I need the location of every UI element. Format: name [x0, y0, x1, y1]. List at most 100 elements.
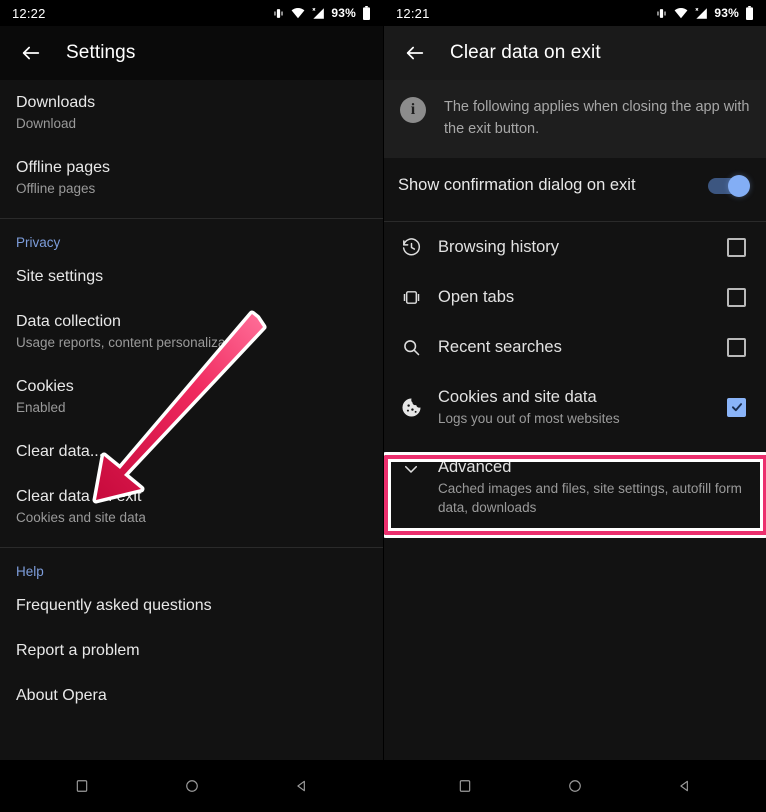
battery-percent-label: 93% [331, 6, 356, 20]
recents-button[interactable] [450, 771, 480, 801]
right-status-bar: 12:21 93% [384, 0, 766, 26]
battery-percent-label: 93% [714, 6, 739, 20]
list-item-title: Report a problem [16, 642, 140, 659]
recents-square-icon [459, 780, 471, 792]
list-item-title: Offline pages [16, 159, 110, 176]
back-triangle-icon [296, 780, 305, 792]
list-item-subtitle: Cookies and site data [16, 510, 146, 525]
info-icon: i [400, 97, 426, 123]
left-toolbar: Settings [0, 26, 383, 80]
right-navigation-bar [384, 760, 766, 812]
tabs-icon [384, 287, 438, 308]
battery-icon [745, 6, 754, 20]
list-item-downloads[interactable]: Downloads Download [0, 80, 383, 145]
status-icon-group: 93% [655, 6, 754, 20]
list-item-title: Cookies [16, 378, 74, 395]
list-item-subtitle: Download [16, 116, 77, 131]
recents-square-icon [76, 780, 87, 792]
list-item-subtitle: Offline pages [16, 181, 96, 196]
right-phone-screen: 12:21 93% Clear data on exit i The follo… [383, 0, 766, 812]
list-item-title: Clear data on exit [16, 488, 142, 505]
chevron-down-icon [384, 456, 438, 478]
search-icon [384, 337, 438, 358]
list-item-title: About Opera [16, 687, 107, 704]
status-time: 12:21 [396, 5, 430, 21]
list-item-subtitle: Enabled [16, 400, 66, 415]
home-button[interactable] [560, 771, 590, 801]
back-button[interactable] [14, 36, 48, 70]
list-item-report-problem[interactable]: Report a problem [0, 628, 383, 673]
page-title: Clear data on exit [450, 42, 601, 63]
list-item-clear-data-on-exit[interactable]: Clear data on exit Cookies and site data [0, 474, 383, 539]
recents-button[interactable] [67, 771, 97, 801]
cookie-glyph [401, 397, 421, 417]
battery-icon [362, 6, 371, 20]
row-texts: Open tabs [438, 286, 727, 308]
row-recent-searches[interactable]: Recent searches [384, 322, 766, 372]
checkbox-recent-searches[interactable] [727, 337, 746, 357]
home-button[interactable] [177, 771, 207, 801]
row-browsing-history[interactable]: Browsing history [384, 222, 766, 272]
info-banner: i The following applies when closing the… [384, 80, 766, 158]
row-title: Open tabs [438, 288, 515, 306]
list-item-title: Clear data... [16, 443, 104, 460]
arrow-left-icon [22, 46, 40, 60]
list-item-subtitle: Usage reports, content personalization [16, 335, 248, 350]
back-button[interactable] [398, 36, 432, 70]
vibrate-icon [655, 7, 668, 20]
row-title: Browsing history [438, 238, 560, 256]
home-circle-icon [185, 780, 198, 792]
wifi-icon [291, 7, 305, 19]
home-circle-icon [569, 780, 581, 792]
back-nav-button[interactable] [670, 771, 700, 801]
row-texts: Recent searches [438, 336, 727, 358]
list-item-title: Site settings [16, 268, 104, 285]
row-title: Recent searches [438, 338, 562, 356]
wifi-icon [674, 7, 688, 19]
toggle-label: Show confirmation dialog on exit [398, 176, 636, 194]
row-texts: Advanced Cached images and files, site s… [438, 456, 750, 517]
back-triangle-icon [680, 780, 688, 792]
list-item-title: Frequently asked questions [16, 597, 212, 614]
checkbox-cookies-and-site-data[interactable] [727, 397, 746, 417]
row-cookies-and-site-data[interactable]: Cookies and site data Logs you out of mo… [384, 372, 766, 442]
checkbox-browsing-history[interactable] [727, 237, 746, 257]
right-toolbar: Clear data on exit [384, 26, 766, 80]
list-item-title: Downloads [16, 94, 96, 111]
list-item-about-opera[interactable]: About Opera [0, 673, 383, 718]
cookie-icon [384, 396, 438, 419]
page-title: Settings [66, 42, 136, 63]
arrow-left-icon [406, 46, 424, 60]
row-title: Cookies and site data [438, 388, 597, 406]
left-phone-screen: 12:22 93% Settings Downloads Download Of… [0, 0, 383, 812]
row-texts: Cookies and site data Logs you out of mo… [438, 386, 727, 428]
list-item-cookies[interactable]: Cookies Enabled [0, 364, 383, 429]
section-header-privacy: Privacy [16, 235, 61, 250]
section-header-help: Help [16, 564, 44, 579]
show-confirmation-toggle[interactable] [708, 174, 750, 197]
dual-screenshot-container: 12:22 93% Settings Downloads Download Of… [0, 0, 766, 812]
list-item-clear-data[interactable]: Clear data... [0, 429, 383, 474]
left-status-bar: 12:22 93% [0, 0, 383, 26]
list-item-offline-pages[interactable]: Offline pages Offline pages [0, 145, 383, 210]
history-icon [384, 237, 438, 258]
clear-data-on-exit-content: i The following applies when closing the… [384, 80, 766, 760]
row-texts: Browsing history [438, 236, 727, 258]
list-item-title: Data collection [16, 313, 121, 330]
row-subtitle: Cached images and files, site settings, … [438, 481, 742, 515]
checkbox-open-tabs[interactable] [727, 287, 746, 307]
list-item-data-collection[interactable]: Data collection Usage reports, content p… [0, 299, 383, 364]
signal-icon [694, 7, 708, 20]
list-item-faq[interactable]: Frequently asked questions [0, 583, 383, 628]
left-navigation-bar [0, 760, 383, 812]
info-banner-text: The following applies when closing the a… [444, 99, 750, 137]
row-open-tabs[interactable]: Open tabs [384, 272, 766, 322]
toggle-knob [728, 174, 750, 197]
back-nav-button[interactable] [287, 771, 317, 801]
row-show-confirmation-dialog[interactable]: Show confirmation dialog on exit [384, 158, 766, 213]
status-time: 12:22 [12, 5, 46, 21]
row-title: Advanced [438, 458, 512, 476]
row-advanced[interactable]: Advanced Cached images and files, site s… [384, 442, 766, 531]
left-settings-list: Downloads Download Offline pages Offline… [0, 80, 383, 760]
list-item-site-settings[interactable]: Site settings [0, 254, 383, 299]
